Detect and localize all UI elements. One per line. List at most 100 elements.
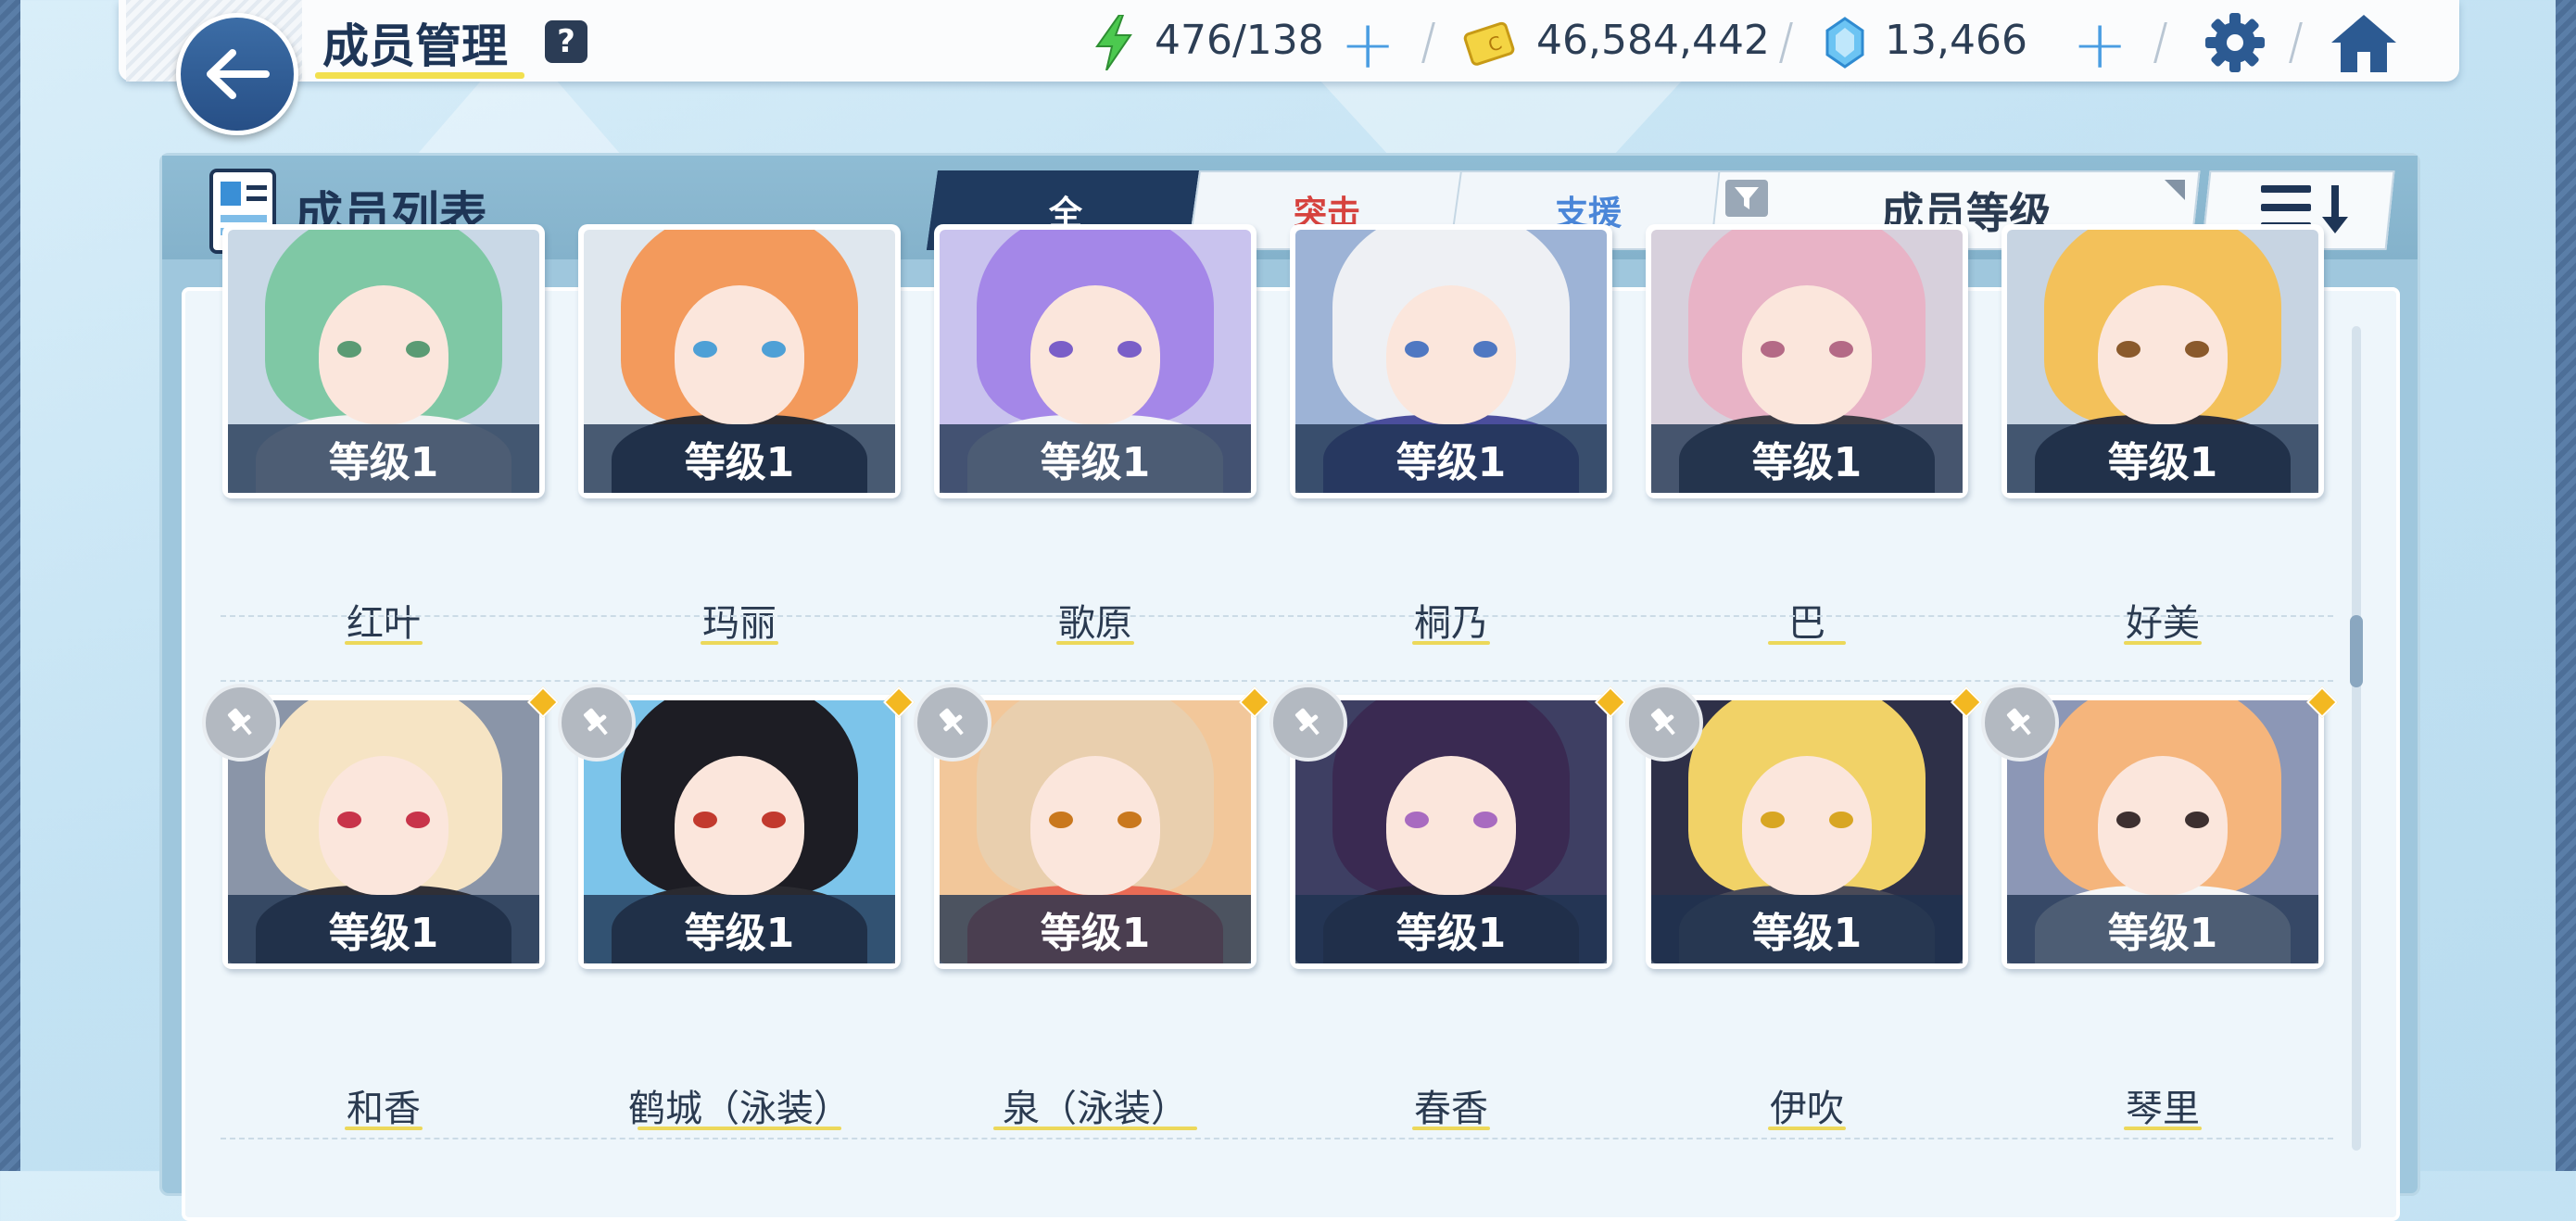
gems-add-button[interactable]: + <box>2072 11 2128 78</box>
member-card-frame: 等级1 <box>222 224 545 498</box>
pin-icon[interactable] <box>914 684 991 762</box>
member-level: 等级1 <box>940 895 1251 963</box>
row-divider <box>221 1138 2333 1139</box>
member-card[interactable]: 等级1 <box>222 224 545 530</box>
portrait-eye <box>406 812 430 828</box>
portrait-face <box>1030 756 1160 895</box>
portrait-face <box>1386 285 1516 424</box>
gems-value: 13,466 <box>1885 17 2027 64</box>
back-arrow-icon <box>207 49 270 99</box>
right-edge-decoration <box>2556 0 2576 1171</box>
name-underline <box>1412 641 1490 645</box>
member-level: 等级1 <box>228 895 539 963</box>
member-level: 等级1 <box>1651 895 1963 963</box>
portrait-eye <box>762 341 786 358</box>
portrait-eye <box>1829 812 1853 828</box>
portrait-eye <box>1473 341 1497 358</box>
portrait-eye <box>693 812 717 828</box>
pin-icon[interactable] <box>558 684 636 762</box>
stamina-value: 476/138 <box>1155 17 1324 64</box>
portrait-eye <box>1405 341 1429 358</box>
page-title: 成员管理 <box>322 19 508 73</box>
portrait-eye <box>1118 812 1142 828</box>
pin-icon[interactable] <box>202 684 280 762</box>
member-card[interactable]: 等级1 <box>934 224 1256 530</box>
name-underline <box>2124 1127 2202 1130</box>
name-underline <box>1412 1127 1490 1130</box>
portrait-face <box>2098 756 2228 895</box>
member-level: 等级1 <box>584 895 895 963</box>
member-name: 歌原 <box>1058 602 1132 645</box>
portrait-face <box>675 285 804 424</box>
member-level: 等级1 <box>1295 895 1607 963</box>
portrait-face <box>1386 756 1516 895</box>
member-card-frame: 等级1 <box>934 224 1256 498</box>
member-level: 等级1 <box>940 424 1251 493</box>
member-card[interactable]: 等级1 <box>1646 224 1968 530</box>
member-level: 等级1 <box>584 424 895 493</box>
portrait-eye <box>2116 341 2140 358</box>
help-button[interactable]: ? <box>545 20 587 63</box>
portrait-eye <box>2116 812 2140 828</box>
filter-funnel-icon <box>1725 180 1768 217</box>
member-name: 巴 <box>1788 602 1825 645</box>
portrait-eye <box>406 341 430 358</box>
portrait-face <box>1742 756 1872 895</box>
portrait-face <box>1030 285 1160 424</box>
name-underline <box>345 641 423 645</box>
portrait-eye <box>1761 341 1785 358</box>
portrait-face <box>2098 285 2228 424</box>
gem-icon <box>1825 17 1864 69</box>
row-divider <box>221 680 2333 682</box>
credits-card-icon: C <box>1463 21 1515 66</box>
portrait-eye <box>1473 812 1497 828</box>
member-name: 伊吹 <box>1770 1088 1844 1130</box>
pin-icon[interactable] <box>1625 684 1703 762</box>
member-name: 春香 <box>1414 1088 1488 1130</box>
credits-value: 46,584,442 <box>1536 17 1770 64</box>
portrait-eye <box>1405 812 1429 828</box>
pin-icon[interactable] <box>1269 684 1347 762</box>
member-name: 玛丽 <box>702 602 777 645</box>
portrait-eye <box>762 812 786 828</box>
pin-icon[interactable] <box>1981 684 2059 762</box>
member-card[interactable]: 等级1 <box>2001 224 2324 530</box>
scrollbar-track[interactable] <box>2352 326 2361 1151</box>
portrait-eye <box>2185 812 2209 828</box>
member-card-frame: 等级1 <box>578 224 901 498</box>
portrait-eye <box>1049 341 1073 358</box>
row-divider <box>221 615 2333 617</box>
stamina-add-button[interactable]: + <box>1340 11 1395 78</box>
name-underline <box>701 641 778 645</box>
member-level: 等级1 <box>228 424 539 493</box>
name-underline <box>345 1127 423 1130</box>
portrait-eye <box>337 341 361 358</box>
name-underline <box>2124 641 2202 645</box>
portrait-face <box>1742 285 1872 424</box>
member-name: 红叶 <box>347 602 421 645</box>
member-card[interactable]: 等级1 <box>1290 224 1612 530</box>
member-level: 等级1 <box>1295 424 1607 493</box>
portrait-face <box>675 756 804 895</box>
member-name: 好美 <box>2126 602 2200 645</box>
member-card-frame: 等级1 <box>1646 224 1968 498</box>
member-name: 鹤城（泳装） <box>628 1088 851 1130</box>
settings-gear-icon[interactable] <box>2203 11 2267 74</box>
home-icon[interactable] <box>2330 11 2398 74</box>
name-underline <box>1768 641 1846 645</box>
name-underline <box>638 1127 841 1130</box>
portrait-face <box>319 756 448 895</box>
member-level: 等级1 <box>1651 424 1963 493</box>
name-underline <box>993 1127 1197 1130</box>
back-button[interactable] <box>176 13 298 135</box>
member-name: 和香 <box>347 1088 421 1130</box>
name-underline <box>1768 1127 1846 1130</box>
left-edge-decoration <box>0 0 20 1171</box>
portrait-eye <box>693 341 717 358</box>
portrait-eye <box>337 812 361 828</box>
scrollbar-thumb[interactable] <box>2350 615 2363 687</box>
portrait-eye <box>1049 812 1073 828</box>
portrait-eye <box>1118 341 1142 358</box>
member-card[interactable]: 等级1 <box>578 224 901 530</box>
portrait-eye <box>2185 341 2209 358</box>
